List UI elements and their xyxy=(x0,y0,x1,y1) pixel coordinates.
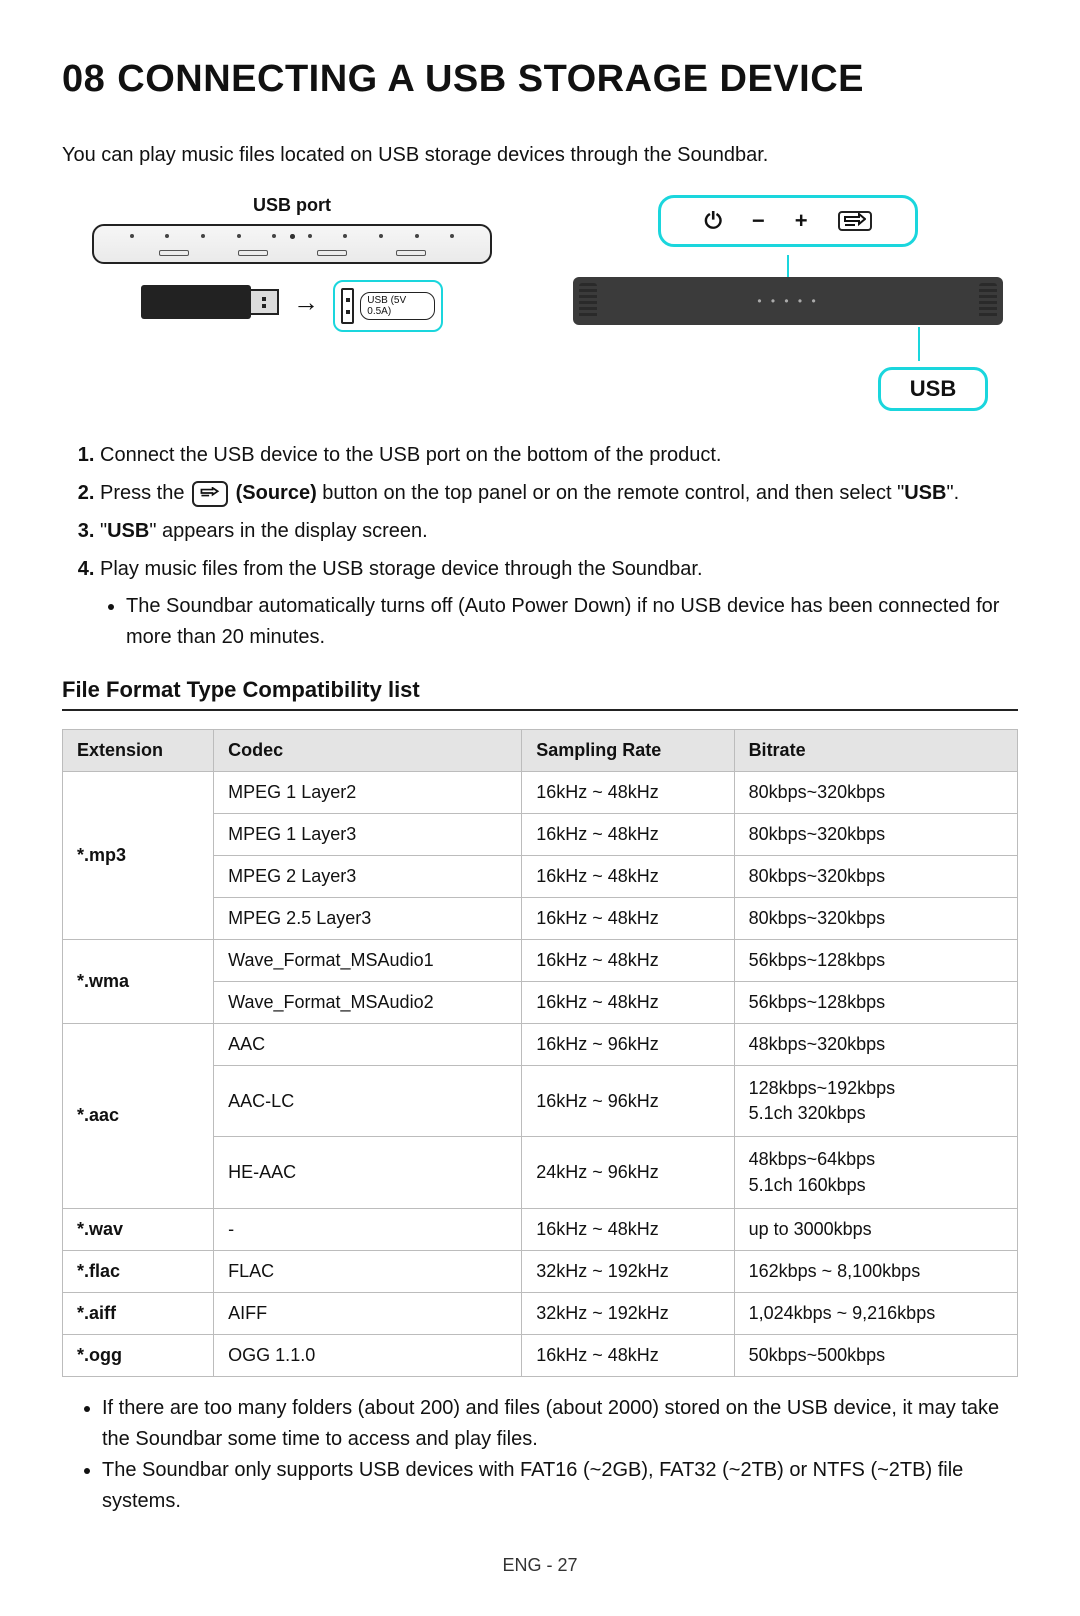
step-3: "USB" appears in the display screen. xyxy=(100,515,1018,547)
arrow-right-icon: → xyxy=(293,287,319,318)
cell-rate: 16kHz ~ 96kHz xyxy=(522,1066,734,1137)
cell-codec: HE-AAC xyxy=(214,1137,522,1208)
cell-bitrate: 48kbps~320kbps xyxy=(734,1024,1017,1066)
table-row: *.wmaWave_Format_MSAudio116kHz ~ 48kHz56… xyxy=(63,940,1018,982)
usb-slot-icon xyxy=(341,288,354,324)
table-row: *.aacAAC16kHz ~ 96kHz48kbps~320kbps xyxy=(63,1024,1018,1066)
usb-port-pill-label: USB (5V 0.5A) xyxy=(360,292,435,320)
cell-codec: MPEG 2.5 Layer3 xyxy=(214,898,522,940)
step-4: Play music files from the USB storage de… xyxy=(100,553,1018,653)
cell-codec: Wave_Format_MSAudio2 xyxy=(214,982,522,1024)
cell-bitrate: 56kbps~128kbps xyxy=(734,940,1017,982)
cell-bitrate: 80kbps~320kbps xyxy=(734,814,1017,856)
cell-extension: *.wav xyxy=(63,1208,214,1250)
table-row: *.oggOGG 1.1.016kHz ~ 48kHz50kbps~500kbp… xyxy=(63,1334,1018,1376)
compat-heading: File Format Type Compatibility list xyxy=(62,677,1018,711)
cell-rate: 32kHz ~ 192kHz xyxy=(522,1250,734,1292)
usb-stick-icon xyxy=(141,285,251,319)
soundbar-front-illustration: • • • • • xyxy=(573,277,1003,325)
cell-codec: FLAC xyxy=(214,1250,522,1292)
diagram-row: USB port → USB (5V 0.5A) ⏻ − xyxy=(62,195,1018,411)
note-1: If there are too many folders (about 200… xyxy=(102,1393,1018,1455)
cell-rate: 16kHz ~ 96kHz xyxy=(522,1024,734,1066)
cell-codec: MPEG 1 Layer3 xyxy=(214,814,522,856)
diagram-left: USB port → USB (5V 0.5A) xyxy=(62,195,522,411)
cell-rate: 32kHz ~ 192kHz xyxy=(522,1292,734,1334)
cell-rate: 16kHz ~ 48kHz xyxy=(522,1334,734,1376)
note-2: The Soundbar only supports USB devices w… xyxy=(102,1455,1018,1517)
cell-extension: *.flac xyxy=(63,1250,214,1292)
cell-bitrate: 80kbps~320kbps xyxy=(734,856,1017,898)
page-footer: ENG - 27 xyxy=(62,1555,1018,1576)
compat-table: Extension Codec Sampling Rate Bitrate *.… xyxy=(62,729,1018,1377)
cell-extension: *.aac xyxy=(63,1024,214,1209)
cell-bitrate: 128kbps~192kbps5.1ch 320kbps xyxy=(734,1066,1017,1137)
step-4-note: The Soundbar automatically turns off (Au… xyxy=(126,591,1018,653)
cell-codec: AAC-LC xyxy=(214,1066,522,1137)
table-row: *.flacFLAC32kHz ~ 192kHz162kbps ~ 8,100k… xyxy=(63,1250,1018,1292)
intro-text: You can play music files located on USB … xyxy=(62,141,1018,169)
cell-rate: 16kHz ~ 48kHz xyxy=(522,814,734,856)
cell-codec: OGG 1.1.0 xyxy=(214,1334,522,1376)
cell-rate: 16kHz ~ 48kHz xyxy=(522,856,734,898)
minus-icon: − xyxy=(752,208,765,234)
cell-extension: *.mp3 xyxy=(63,772,214,940)
cell-codec: MPEG 1 Layer2 xyxy=(214,772,522,814)
source-icon-inline xyxy=(192,481,228,507)
cell-bitrate: 162kbps ~ 8,100kbps xyxy=(734,1250,1017,1292)
cell-rate: 24kHz ~ 96kHz xyxy=(522,1137,734,1208)
top-panel-callout: ⏻ − + xyxy=(658,195,918,247)
cell-bitrate: 56kbps~128kbps xyxy=(734,982,1017,1024)
cell-bitrate: 1,024kbps ~ 9,216kbps xyxy=(734,1292,1017,1334)
cell-codec: AIFF xyxy=(214,1292,522,1334)
cell-bitrate: up to 3000kbps xyxy=(734,1208,1017,1250)
col-sampling-rate: Sampling Rate xyxy=(522,730,734,772)
cell-rate: 16kHz ~ 48kHz xyxy=(522,772,734,814)
cell-rate: 16kHz ~ 48kHz xyxy=(522,940,734,982)
compat-table-body: *.mp3MPEG 1 Layer216kHz ~ 48kHz80kbps~32… xyxy=(63,772,1018,1377)
usb-display-callout: USB xyxy=(878,367,988,411)
step-4-sublist: The Soundbar automatically turns off (Au… xyxy=(126,591,1018,653)
diagram-right: ⏻ − + • • • • • USB xyxy=(558,195,1018,411)
cell-codec: AAC xyxy=(214,1024,522,1066)
usb-port-callout: USB (5V 0.5A) xyxy=(333,280,443,332)
cell-codec: - xyxy=(214,1208,522,1250)
callout-line-icon xyxy=(918,327,920,361)
cell-extension: *.wma xyxy=(63,940,214,1024)
notes-list: If there are too many folders (about 200… xyxy=(102,1393,1018,1517)
cell-rate: 16kHz ~ 48kHz xyxy=(522,982,734,1024)
usb-port-label: USB port xyxy=(253,195,331,216)
cell-rate: 16kHz ~ 48kHz xyxy=(522,898,734,940)
cell-bitrate: 48kbps~64kbps5.1ch 160kbps xyxy=(734,1137,1017,1208)
col-bitrate: Bitrate xyxy=(734,730,1017,772)
col-codec: Codec xyxy=(214,730,522,772)
step-1: Connect the USB device to the USB port o… xyxy=(100,439,1018,471)
cell-codec: MPEG 2 Layer3 xyxy=(214,856,522,898)
table-row: *.wav-16kHz ~ 48kHzup to 3000kbps xyxy=(63,1208,1018,1250)
cell-bitrate: 50kbps~500kbps xyxy=(734,1334,1017,1376)
table-row: *.aiffAIFF32kHz ~ 192kHz1,024kbps ~ 9,21… xyxy=(63,1292,1018,1334)
chapter-number: 08 xyxy=(62,58,105,100)
chapter-heading: CONNECTING A USB STORAGE DEVICE xyxy=(117,58,864,100)
cell-bitrate: 80kbps~320kbps xyxy=(734,898,1017,940)
page-title: 08 CONNECTING A USB STORAGE DEVICE xyxy=(62,58,1018,101)
cell-extension: *.ogg xyxy=(63,1334,214,1376)
source-icon xyxy=(838,211,872,231)
cell-rate: 16kHz ~ 48kHz xyxy=(522,1208,734,1250)
usb-insert-row: → USB (5V 0.5A) xyxy=(141,272,443,332)
cell-codec: Wave_Format_MSAudio1 xyxy=(214,940,522,982)
soundbar-top-illustration xyxy=(92,224,492,264)
col-extension: Extension xyxy=(63,730,214,772)
table-row: *.mp3MPEG 1 Layer216kHz ~ 48kHz80kbps~32… xyxy=(63,772,1018,814)
cell-extension: *.aiff xyxy=(63,1292,214,1334)
table-header-row: Extension Codec Sampling Rate Bitrate xyxy=(63,730,1018,772)
plus-icon: + xyxy=(795,208,808,234)
callout-line-icon xyxy=(787,255,789,277)
usb-plug-icon xyxy=(249,289,279,315)
step-2: Press the (Source) button on the top pan… xyxy=(100,477,1018,509)
power-icon: ⏻ xyxy=(704,208,721,234)
document-page: 08 CONNECTING A USB STORAGE DEVICE You ca… xyxy=(0,0,1080,1616)
steps-list: Connect the USB device to the USB port o… xyxy=(62,439,1018,653)
cell-bitrate: 80kbps~320kbps xyxy=(734,772,1017,814)
